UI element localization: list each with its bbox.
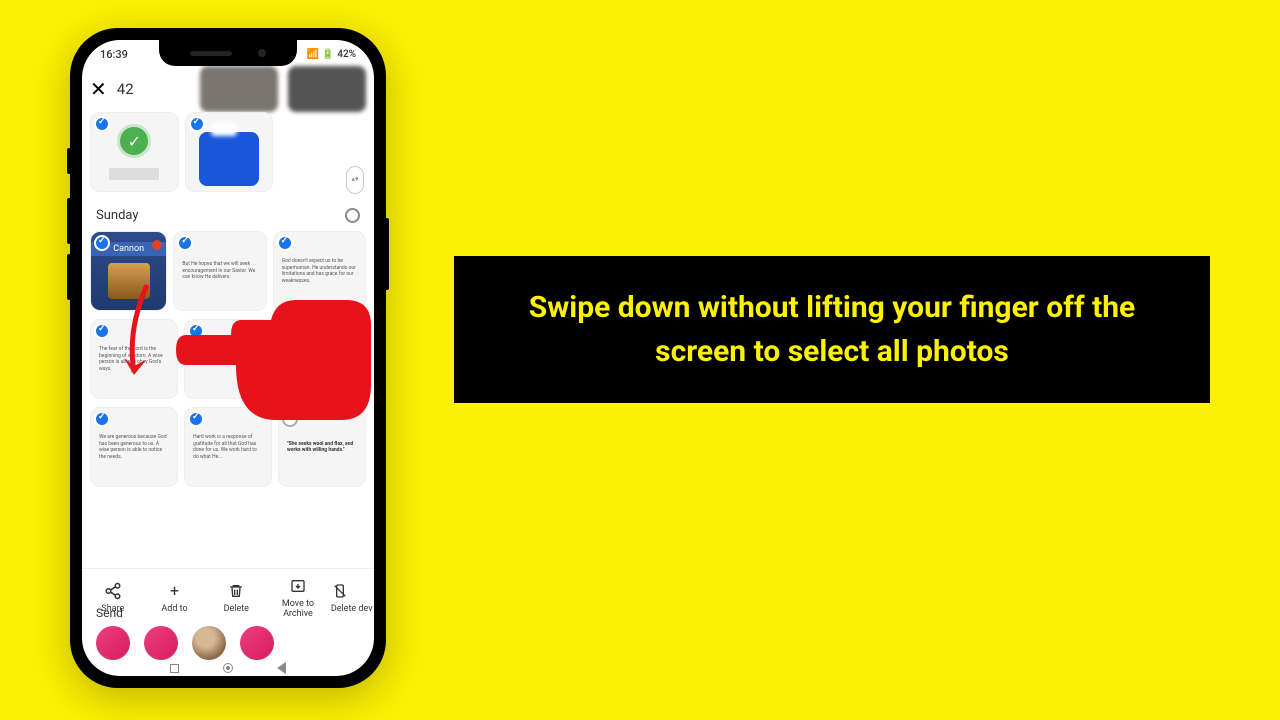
mute-switch [67, 148, 71, 174]
clock: 16:39 [100, 48, 128, 61]
empty-cell [279, 112, 366, 192]
contact-avatar[interactable] [192, 626, 226, 660]
status-right: 📶 🔋 42% [307, 49, 356, 60]
section-header: Sunday [82, 198, 374, 229]
photo-thumbnail[interactable]: We are generous because God has been gen… [90, 407, 178, 487]
send-label: Send [96, 606, 360, 620]
section-label: Sunday [96, 208, 139, 223]
archive-icon [289, 577, 307, 595]
trash-icon [227, 582, 245, 600]
checkmark-icon [94, 116, 110, 132]
checkmark-icon [94, 411, 110, 427]
checkmark-icon [189, 116, 205, 132]
selection-count: 42 [117, 80, 134, 98]
instruction-caption: Swipe down without lifting your finger o… [454, 256, 1210, 403]
contact-avatar[interactable] [240, 626, 274, 660]
home-icon[interactable] [223, 663, 233, 673]
volume-up-button [67, 198, 71, 244]
android-nav-bar [82, 660, 374, 676]
checkmark-icon [277, 235, 293, 251]
selection-topbar: ✕ 42 [82, 68, 374, 110]
checkmark-icon [177, 235, 193, 251]
photo-thumbnail[interactable]: She seeks wool and flax, and works with … [278, 319, 366, 399]
photo-thumbnail[interactable]: We need God to comfort, strengthen, and … [184, 319, 272, 399]
close-icon[interactable]: ✕ [90, 77, 107, 101]
thumbnail-partial[interactable] [288, 66, 366, 112]
photo-thumbnail[interactable]: But He hopes that we will seek encourage… [173, 231, 266, 311]
checkmark-icon [282, 323, 298, 339]
send-section: Send [82, 600, 374, 660]
checkmark-icon [94, 323, 110, 339]
photo-thumbnail[interactable]: Hard work is a response of gratitude for… [184, 407, 272, 487]
device-icon [331, 582, 349, 600]
photo-thumbnail[interactable] [185, 112, 274, 192]
share-icon [104, 582, 122, 600]
notch [159, 40, 297, 66]
plus-icon: + [166, 582, 184, 600]
checkmark-icon [94, 235, 110, 251]
unchecked-circle-icon [282, 411, 298, 427]
select-all-circle[interactable] [345, 208, 360, 223]
swipe-arrow-annotation [112, 280, 172, 390]
checkmark-icon [188, 411, 204, 427]
check-circle-icon: ✓ [117, 124, 151, 158]
checkmark-icon [188, 323, 204, 339]
volume-down-button [67, 254, 71, 300]
power-button [385, 218, 389, 290]
photo-thumbnail[interactable]: God doesn't expect us to be superhuman. … [273, 231, 366, 311]
thumbnail-partial[interactable] [200, 66, 278, 112]
back-icon[interactable] [277, 662, 286, 674]
contact-avatar[interactable] [96, 626, 130, 660]
contact-avatar[interactable] [144, 626, 178, 660]
recents-icon[interactable] [170, 664, 179, 673]
photo-thumbnail[interactable]: "She seeks wool and flax, and works with… [278, 407, 366, 487]
photo-thumbnail[interactable]: ✓ [90, 112, 179, 192]
